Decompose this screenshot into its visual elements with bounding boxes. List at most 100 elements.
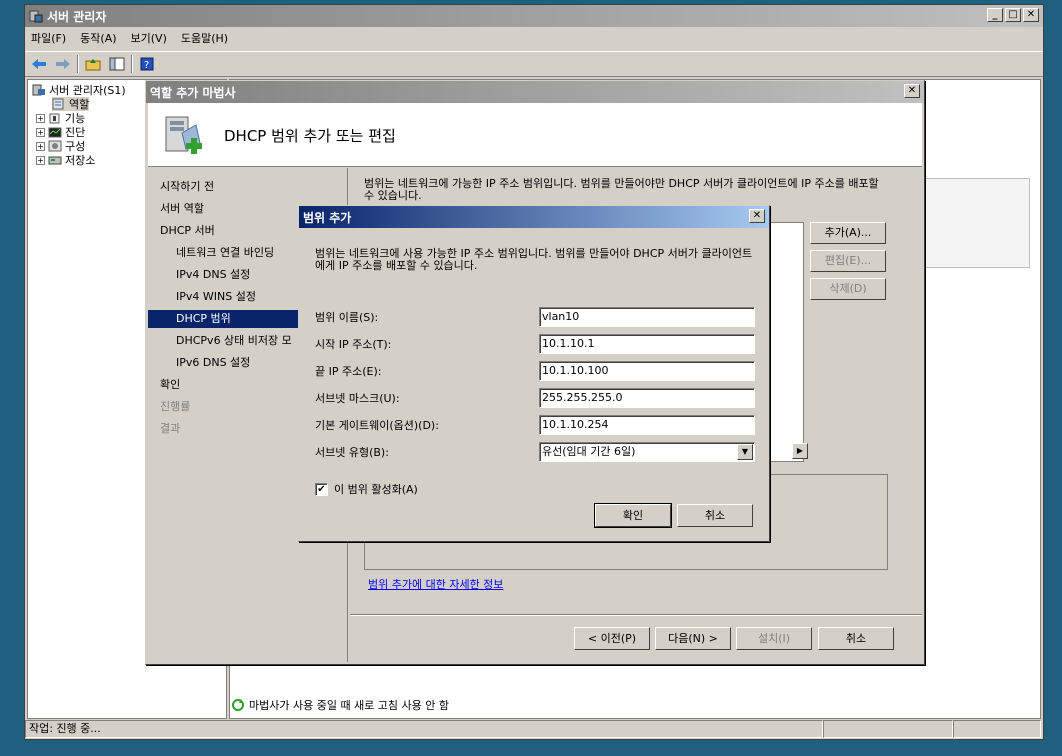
help-icon: ? — [140, 57, 154, 71]
step-ipv4-wins[interactable]: IPv4 WINS 설정 — [176, 288, 256, 306]
close-button[interactable]: ✕ — [1023, 8, 1039, 22]
step-dhcp-server[interactable]: DHCP 서버 — [160, 222, 215, 240]
start-ip-row: 시작 IP 주소(T): 10.1.10.1 — [315, 334, 755, 354]
subnet-mask-label: 서브넷 마스크(U): — [315, 392, 400, 405]
console-tree-icon — [109, 57, 125, 71]
dropdown-arrow-icon[interactable]: ▼ — [737, 444, 753, 460]
roles-icon — [52, 98, 64, 110]
storage-icon — [48, 156, 62, 165]
dialog-cancel-button[interactable]: 취소 — [677, 504, 753, 527]
end-ip-input[interactable]: 10.1.10.100 — [539, 361, 755, 381]
add-scope-button[interactable]: 추가(A)... — [810, 222, 886, 244]
help-button[interactable]: ? — [137, 54, 157, 74]
forward-arrow-icon — [56, 59, 70, 69]
tree-item-storage[interactable]: + 저장소 — [36, 153, 95, 167]
next-button[interactable]: 다음(N) > — [655, 627, 731, 650]
add-scope-dialog: 범위 추가 ✕ 범위는 네트워크에 사용 가능한 IP 주소 범위입니다. 범위… — [298, 205, 770, 542]
scope-name-label: 범위 이름(S): — [315, 311, 379, 324]
step-ipv4-dns[interactable]: IPv4 DNS 설정 — [176, 266, 250, 284]
tree-item-diagnostics[interactable]: + 진단 — [36, 125, 85, 139]
wizard-title: 역할 추가 마법사 — [150, 85, 236, 100]
menu-action[interactable]: 동작(A) — [80, 30, 116, 46]
status-cell-3 — [953, 720, 1041, 738]
step-progress: 진행률 — [160, 400, 191, 413]
step-confirmation[interactable]: 확인 — [160, 376, 180, 394]
expand-icon[interactable]: + — [36, 113, 45, 123]
subnet-type-select[interactable]: 유선(임대 기간 6일) ▼ — [539, 442, 755, 462]
forward-button[interactable] — [53, 54, 73, 74]
step-network-binding[interactable]: 네트워크 연결 바인딩 — [176, 244, 274, 262]
subnet-mask-input[interactable]: 255.255.255.0 — [539, 388, 755, 408]
maximize-button[interactable]: □ — [1005, 8, 1021, 22]
wizard-description: 범위는 네트워크에 가능한 IP 주소 범위입니다. 범위를 만들어야만 DHC… — [364, 177, 879, 202]
wizard-titlebar[interactable]: 역할 추가 마법사 ✕ — [146, 81, 924, 103]
activate-scope-checkbox[interactable]: ✔ — [315, 482, 328, 496]
wizard-header: DHCP 범위 추가 또는 편집 — [148, 103, 922, 167]
install-button: 설치(I) — [736, 627, 812, 650]
wizard-close-button[interactable]: ✕ — [904, 84, 920, 98]
toolbar-separator — [131, 55, 133, 73]
subnet-mask-row: 서브넷 마스크(U): 255.255.255.0 — [315, 388, 755, 408]
activate-scope-row[interactable]: ✔ 이 범위 활성화(A) — [315, 481, 418, 497]
tree-item-roles[interactable]: 역할 — [52, 97, 90, 111]
main-titlebar[interactable]: 서버 관리자 _ □ ✕ — [25, 5, 1043, 27]
expand-icon[interactable]: + — [36, 127, 45, 137]
show-hide-tree-button[interactable] — [107, 54, 127, 74]
delete-scope-button: 삭제(D) — [810, 278, 886, 300]
tree-item-features[interactable]: + 기능 — [36, 111, 85, 125]
minimize-button[interactable]: _ — [987, 8, 1003, 22]
end-ip-label: 끝 IP 주소(E): — [315, 365, 382, 378]
gateway-label: 기본 게이트웨이(옵션)(D): — [315, 419, 439, 432]
configuration-icon — [48, 140, 62, 152]
step-before-you-begin[interactable]: 시작하기 전 — [160, 178, 214, 196]
toolbar: ? — [25, 51, 1043, 77]
expand-icon[interactable]: + — [36, 141, 45, 151]
subnet-type-row: 서브넷 유형(B): 유선(임대 기간 6일) ▼ — [315, 442, 755, 462]
svg-text:?: ? — [144, 60, 149, 71]
activate-scope-label: 이 범위 활성화(A) — [334, 483, 418, 496]
subnet-type-value: 유선(임대 기간 6일) — [542, 445, 636, 458]
refresh-notice: 마법사가 사용 중일 때 새로 고침 사용 안 함 — [231, 697, 449, 713]
dialog-title: 범위 추가 — [303, 210, 352, 225]
menu-view[interactable]: 보기(V) — [131, 30, 167, 46]
expand-icon[interactable]: + — [36, 155, 45, 165]
wizard-cancel-button[interactable]: 취소 — [818, 627, 894, 650]
ok-button[interactable]: 확인 — [594, 503, 672, 528]
folder-up-icon — [85, 59, 101, 71]
scope-name-input[interactable]: vlan10 — [539, 307, 755, 327]
menu-file[interactable]: 파일(F) — [31, 30, 66, 46]
diagnostics-icon — [48, 127, 62, 138]
dialog-description: 범위는 네트워크에 사용 가능한 IP 주소 범위입니다. 범위를 만들어야 D… — [315, 247, 753, 272]
step-dhcpv6-stateless[interactable]: DHCPv6 상태 비저장 모 — [176, 332, 292, 350]
background-panel — [924, 178, 1030, 268]
main-title: 서버 관리자 — [47, 9, 107, 24]
previous-button[interactable]: < 이전(P) — [574, 627, 650, 650]
dialog-titlebar[interactable]: 범위 추가 ✕ — [299, 206, 769, 228]
step-ipv6-dns[interactable]: IPv6 DNS 설정 — [176, 354, 250, 372]
gateway-input[interactable]: 10.1.10.254 — [539, 415, 755, 435]
status-text: 작업: 진행 중... — [25, 720, 823, 738]
back-arrow-icon — [32, 59, 46, 69]
wizard-separator — [350, 614, 922, 616]
up-folder-button[interactable] — [83, 54, 103, 74]
more-info-link[interactable]: 범위 추가에 대한 자세한 정보 — [368, 576, 503, 592]
menubar: 파일(F) 동작(A) 보기(V) 도움말(H) — [25, 27, 1043, 49]
step-server-roles[interactable]: 서버 역할 — [160, 200, 204, 218]
menu-help[interactable]: 도움말(H) — [181, 30, 228, 46]
gateway-row: 기본 게이트웨이(옵션)(D): 10.1.10.254 — [315, 415, 755, 435]
end-ip-row: 끝 IP 주소(E): 10.1.10.100 — [315, 361, 755, 381]
step-results: 결과 — [160, 422, 181, 435]
features-icon — [49, 113, 60, 124]
toolbar-separator — [77, 55, 79, 73]
dialog-close-button[interactable]: ✕ — [749, 209, 765, 223]
start-ip-input[interactable]: 10.1.10.1 — [539, 334, 755, 354]
scroll-right-button[interactable]: ▶ — [792, 443, 808, 459]
server-manager-icon — [29, 9, 43, 23]
start-ip-label: 시작 IP 주소(T): — [315, 338, 392, 351]
subnet-type-label: 서브넷 유형(B): — [315, 446, 389, 459]
scope-name-row: 범위 이름(S): vlan10 — [315, 307, 755, 327]
tree-root[interactable]: 서버 관리자(S1) — [32, 83, 126, 97]
back-button[interactable] — [29, 54, 49, 74]
refresh-icon — [232, 699, 244, 711]
tree-item-configuration[interactable]: + 구성 — [36, 139, 85, 153]
